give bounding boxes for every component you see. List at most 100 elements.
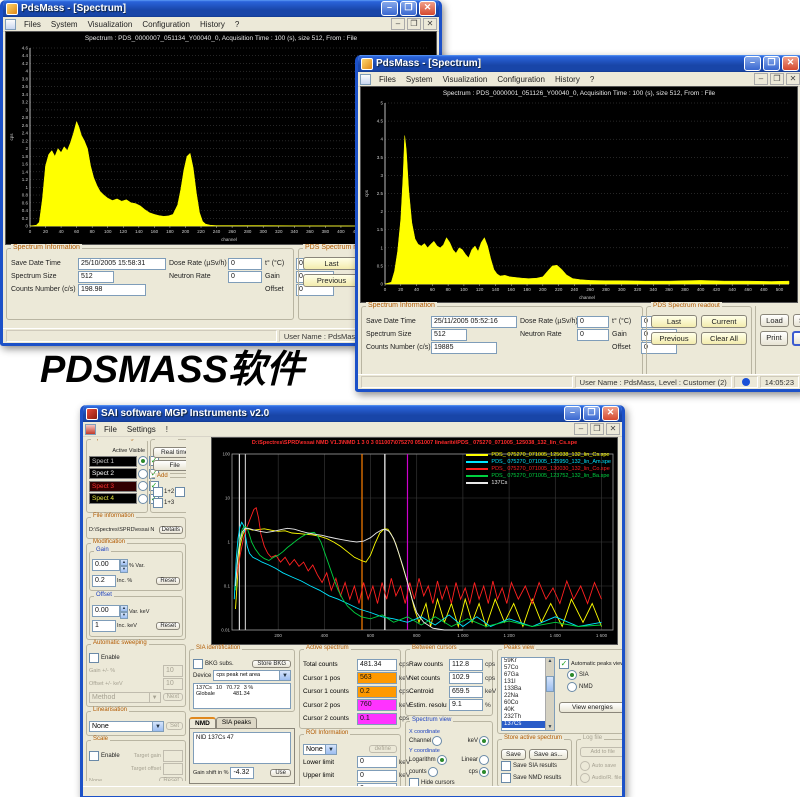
menu-item[interactable]: System — [401, 75, 438, 84]
real-time-button[interactable]: Real time — [153, 447, 186, 458]
menu-item[interactable]: Files — [374, 75, 401, 84]
peak-list-item[interactable]: 137Cs — [502, 721, 546, 728]
spect2-active-radio[interactable] — [138, 469, 148, 479]
mdi-restore-icon[interactable]: ❐ — [590, 423, 604, 435]
peaks-listbox[interactable]: 59Kr57Co67Ga131I133Ba22Na60Co40K232Th137… — [501, 657, 555, 731]
save-sia-results-checkbox[interactable] — [501, 761, 511, 771]
sweep-enable-checkbox[interactable] — [89, 653, 99, 663]
clear-all-button[interactable]: Clear All — [701, 332, 747, 345]
kev-radio[interactable] — [479, 736, 489, 746]
menu-item[interactable]: ? — [230, 20, 244, 29]
mdi-minimize-icon[interactable]: – — [754, 73, 768, 85]
minimize-button[interactable]: – — [744, 56, 761, 71]
menu-item[interactable]: System — [46, 20, 83, 29]
current-button[interactable]: Current — [701, 315, 747, 328]
gain-reset-button[interactable]: Reset — [156, 577, 180, 585]
mdi-restore-icon[interactable]: ❐ — [407, 18, 421, 30]
peak-list-item[interactable]: 131I — [502, 679, 546, 686]
minimize-button[interactable]: – — [381, 1, 398, 16]
bkg-subs-checkbox[interactable] — [193, 659, 203, 669]
device-dropdown[interactable]: cps peak net area▼ — [213, 670, 291, 681]
spect3-chip[interactable]: Spect 3 — [89, 481, 137, 492]
close-button[interactable]: ✕ — [782, 56, 799, 71]
spect1-chip[interactable]: Spect 1 — [89, 456, 137, 467]
logarithm-radio[interactable] — [437, 755, 447, 765]
peak-list-item[interactable]: 133Ba — [502, 686, 546, 693]
mdi-minimize-icon[interactable]: – — [574, 423, 588, 435]
menu-item[interactable]: Files — [19, 20, 46, 29]
menu-item[interactable]: Configuration — [492, 75, 550, 84]
menu-item[interactable]: File — [99, 425, 122, 434]
tab-sia-peaks[interactable]: SIA peaks — [216, 717, 257, 728]
linear-radio[interactable] — [479, 755, 489, 765]
save-button[interactable]: Save — [501, 749, 526, 760]
mdi-close-icon[interactable]: ✕ — [423, 18, 437, 30]
store-bkg-button[interactable]: Store BKG — [252, 660, 291, 668]
window-titlebar[interactable]: PdsMass - [Spectrum] – ❐ ✕ — [358, 55, 800, 72]
details-button[interactable]: Details — [159, 526, 183, 534]
maximize-button[interactable]: ❐ — [763, 56, 780, 71]
peak-list-item[interactable]: 67Ga — [502, 672, 546, 679]
quit-button[interactable]: Quit — [792, 331, 800, 346]
save-button[interactable]: Save — [793, 314, 800, 327]
peak-list-item[interactable]: 60Co — [502, 700, 546, 707]
mdi-minimize-icon[interactable]: – — [391, 18, 405, 30]
peak-list-item[interactable]: 22Na — [502, 693, 546, 700]
spect4-active-radio[interactable] — [138, 494, 148, 504]
spect1-active-radio[interactable] — [138, 456, 148, 466]
menu-item[interactable]: ? — [585, 75, 599, 84]
spect2-chip[interactable]: Spect 2 — [89, 468, 137, 479]
minimize-button[interactable]: – — [564, 406, 581, 421]
gain-inc-input[interactable]: 0.2 — [92, 575, 116, 587]
listbox-scrollbar[interactable] — [545, 658, 554, 730]
scale-enable-checkbox[interactable] — [89, 751, 99, 761]
linearisation-dropdown[interactable]: None▼ — [89, 721, 164, 732]
mdi-close-icon[interactable]: ✕ — [786, 73, 800, 85]
roi-lower-value[interactable]: 0 — [357, 756, 397, 768]
print-button[interactable]: Print — [760, 331, 788, 346]
maximize-button[interactable]: ❐ — [400, 1, 417, 16]
offset-inc-input[interactable]: 1 — [92, 620, 116, 632]
menu-item[interactable]: History — [550, 75, 585, 84]
previous-button[interactable]: Previous — [303, 274, 360, 287]
peak-list-item[interactable]: 57Co — [502, 665, 546, 672]
save-nmd-results-checkbox[interactable] — [501, 773, 511, 783]
mdi-close-icon[interactable]: ✕ — [606, 423, 620, 435]
last-button[interactable]: Last — [303, 257, 360, 270]
menu-item[interactable]: History — [195, 20, 230, 29]
offset-var-input[interactable]: 0.00 — [92, 605, 120, 617]
roi-upper-value[interactable]: 0 — [357, 770, 397, 782]
save-as-button[interactable]: Save as... — [529, 749, 568, 760]
maximize-button[interactable]: ❐ — [583, 406, 600, 421]
automatic-peaks-view-checkbox[interactable]: ✓ — [559, 659, 569, 669]
peak-list-item[interactable]: 59Kr — [502, 658, 546, 665]
file-button[interactable]: File — [153, 460, 186, 471]
nmd-radio[interactable] — [567, 682, 577, 692]
spect3-active-radio[interactable] — [138, 481, 148, 491]
gain-var-input[interactable]: 0.00 — [92, 559, 120, 571]
channel-radio[interactable] — [432, 736, 442, 746]
tab-nmd[interactable]: NMD — [189, 717, 216, 728]
load-button[interactable]: Load — [760, 314, 789, 327]
sia-radio[interactable] — [567, 670, 577, 680]
menu-item[interactable]: Settings — [122, 425, 161, 434]
counts-radio[interactable] — [428, 767, 438, 777]
menu-item[interactable]: Visualization — [438, 75, 493, 84]
roi-dropdown[interactable]: None▼ — [303, 744, 337, 755]
add-1-3-checkbox[interactable] — [153, 498, 163, 508]
mdi-restore-icon[interactable]: ❐ — [770, 73, 784, 85]
menu-item[interactable]: ! — [161, 425, 173, 434]
close-button[interactable]: ✕ — [419, 1, 436, 16]
peak-list-item[interactable]: 232Th — [502, 714, 546, 721]
menu-item[interactable]: Visualization — [83, 20, 138, 29]
cps-radio[interactable] — [479, 767, 489, 777]
view-energies-button[interactable]: View energies — [559, 702, 625, 713]
add-1-2-checkbox[interactable] — [153, 487, 163, 497]
offset-reset-button[interactable]: Reset — [156, 622, 180, 630]
window-titlebar[interactable]: SAI software MGP Instruments v2.0 – ❐ ✕ — [83, 405, 622, 422]
use-button[interactable]: Use — [270, 769, 291, 777]
menu-item[interactable]: Configuration — [137, 20, 195, 29]
window-titlebar[interactable]: PdsMass - [Spectrum] – ❐ ✕ — [3, 0, 439, 17]
close-button[interactable]: ✕ — [602, 406, 619, 421]
add-1-4-checkbox[interactable] — [175, 487, 185, 497]
